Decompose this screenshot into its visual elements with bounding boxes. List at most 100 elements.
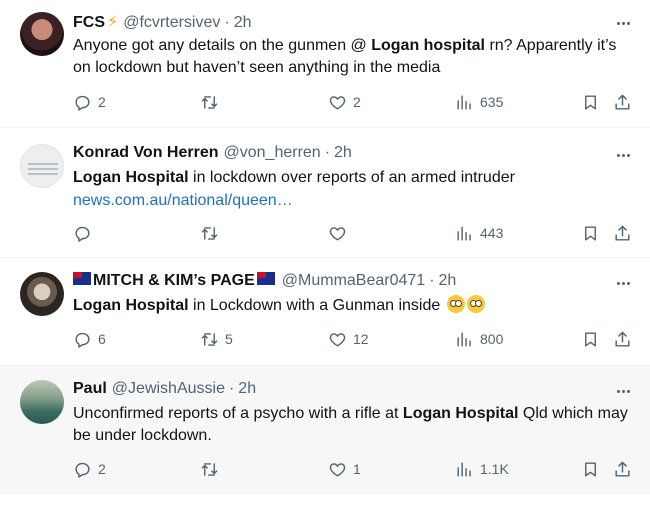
avatar[interactable]: [20, 380, 64, 424]
reply-icon: [75, 226, 90, 242]
like-button[interactable]: 2: [328, 90, 361, 114]
separator-dot: ·: [324, 144, 331, 161]
reply-icon: [75, 332, 90, 348]
views-icon: [457, 331, 471, 347]
lightning-emoji: ⚡: [107, 14, 119, 31]
tweet-text: Logan Hospital in lockdown over reports …: [73, 167, 633, 189]
view-count: 800: [480, 331, 504, 347]
like-count: 1: [353, 461, 361, 477]
share-icon: [615, 331, 630, 347]
tweet-card[interactable]: MITCH & KIM’s PAGE @MummaBear0471 · 2h L…: [0, 258, 650, 366]
tweet-content: Konrad Von Herren @von_herren · 2h Logan…: [73, 144, 634, 212]
display-name[interactable]: MITCH & KIM’s PAGE: [93, 272, 255, 290]
tweet-content: FCS ⚡ @fcvrtersivev · 2h Anyone got any …: [73, 12, 634, 79]
like-count: 2: [353, 94, 361, 110]
like-button[interactable]: 12: [328, 327, 369, 351]
display-name[interactable]: FCS: [73, 14, 105, 32]
views-icon: [457, 461, 471, 477]
tweet-card[interactable]: FCS ⚡ @fcvrtersivev · 2h Anyone got any …: [0, 0, 650, 128]
share-button[interactable]: [613, 90, 632, 114]
view-count: 635: [480, 94, 504, 110]
highlighted-term: Logan hospital: [371, 37, 485, 54]
article-link[interactable]: news.com.au/national/queen…: [73, 190, 633, 212]
tweet-text: Anyone got any details on the gunmen @ L…: [73, 35, 633, 79]
like-count: 12: [353, 331, 369, 347]
more-icon[interactable]: [612, 382, 634, 400]
share-button[interactable]: [613, 327, 632, 351]
reply-count: 2: [98, 94, 106, 110]
user-handle[interactable]: @von_herren: [224, 144, 321, 162]
bookmark-icon: [585, 461, 596, 477]
tweet-text: Logan Hospital in Lockdown with a Gunman…: [73, 295, 633, 317]
reply-icon: [75, 95, 90, 111]
separator-dot: ·: [429, 272, 435, 289]
like-button[interactable]: 1: [328, 457, 361, 481]
more-icon[interactable]: [612, 146, 634, 164]
tweet-card[interactable]: Paul @JewishAussie · 2h Unconfirmed repo…: [0, 366, 650, 494]
tweet-header: MITCH & KIM’s PAGE @MummaBear0471 · 2h: [73, 272, 634, 294]
tweet-feed: FCS ⚡ @fcvrtersivev · 2h Anyone got any …: [0, 0, 650, 506]
retweet-button[interactable]: 5: [200, 327, 233, 351]
retweet-button[interactable]: [200, 221, 225, 245]
separator-dot: ·: [228, 380, 235, 397]
views-icon: [457, 225, 471, 241]
tweet-content: Paul @JewishAussie · 2h Unconfirmed repo…: [73, 380, 634, 447]
flushed-face-emoji: [446, 295, 465, 313]
reply-button[interactable]: 2: [73, 90, 106, 114]
share-button[interactable]: [613, 221, 632, 245]
retweet-icon: [201, 462, 218, 476]
bookmark-button[interactable]: [581, 90, 600, 114]
like-button[interactable]: [328, 221, 353, 245]
reply-button[interactable]: [73, 221, 98, 245]
reply-button[interactable]: 6: [73, 327, 106, 351]
timestamp[interactable]: 2h: [334, 144, 352, 162]
timestamp[interactable]: 2h: [238, 380, 256, 398]
share-button[interactable]: [613, 457, 632, 481]
australia-flag-icon: [256, 272, 275, 285]
retweet-button[interactable]: [200, 457, 225, 481]
highlighted-term: Logan Hospital: [73, 297, 189, 314]
user-handle[interactable]: @fcvrtersivev: [123, 14, 220, 32]
heart-icon: [329, 226, 346, 241]
bookmark-button[interactable]: [581, 327, 600, 351]
views-button[interactable]: 1.1K: [455, 457, 509, 481]
tweet-header: Konrad Von Herren @von_herren · 2h: [73, 144, 634, 166]
tweet-actions: 2 2 635: [73, 90, 634, 114]
retweet-button[interactable]: [200, 90, 225, 114]
highlighted-term: Logan Hospital: [402, 405, 519, 422]
heart-icon: [329, 332, 346, 347]
avatar[interactable]: [20, 144, 64, 188]
retweet-icon: [201, 332, 218, 346]
text-segment: Unconfirmed reports of a psycho with a r…: [73, 405, 403, 422]
bookmark-button[interactable]: [581, 457, 600, 481]
retweet-icon: [201, 95, 218, 109]
flushed-face-emoji: [466, 295, 485, 313]
more-icon[interactable]: [612, 14, 634, 32]
reply-count: 6: [98, 331, 106, 347]
view-count: 1.1K: [480, 461, 509, 477]
user-handle[interactable]: @MummaBear0471: [282, 272, 425, 290]
heart-icon: [329, 462, 346, 477]
display-name[interactable]: Konrad Von Herren: [73, 144, 219, 162]
australia-flag-icon: [73, 272, 91, 285]
share-icon: [615, 94, 630, 110]
avatar[interactable]: [20, 12, 64, 56]
views-button[interactable]: 800: [455, 327, 503, 351]
heart-icon: [329, 95, 346, 110]
avatar[interactable]: [20, 272, 64, 316]
tweet-card[interactable]: Konrad Von Herren @von_herren · 2h Logan…: [0, 128, 650, 258]
tweet-text: Unconfirmed reports of a psycho with a r…: [73, 403, 633, 447]
text-segment: Anyone got any details on the gunmen @: [73, 37, 372, 54]
reply-button[interactable]: 2: [73, 457, 106, 481]
more-icon[interactable]: [612, 274, 634, 292]
timestamp[interactable]: 2h: [234, 14, 252, 32]
timestamp[interactable]: 2h: [439, 272, 457, 290]
display-name[interactable]: Paul: [73, 380, 107, 398]
tweet-header: FCS ⚡ @fcvrtersivev · 2h: [73, 12, 634, 34]
tweet-actions: 6 5 12 800: [73, 327, 634, 351]
views-button[interactable]: 443: [455, 221, 503, 245]
tweet-header: Paul @JewishAussie · 2h: [73, 380, 634, 402]
views-button[interactable]: 635: [455, 90, 503, 114]
user-handle[interactable]: @JewishAussie: [112, 380, 225, 398]
bookmark-button[interactable]: [581, 221, 600, 245]
